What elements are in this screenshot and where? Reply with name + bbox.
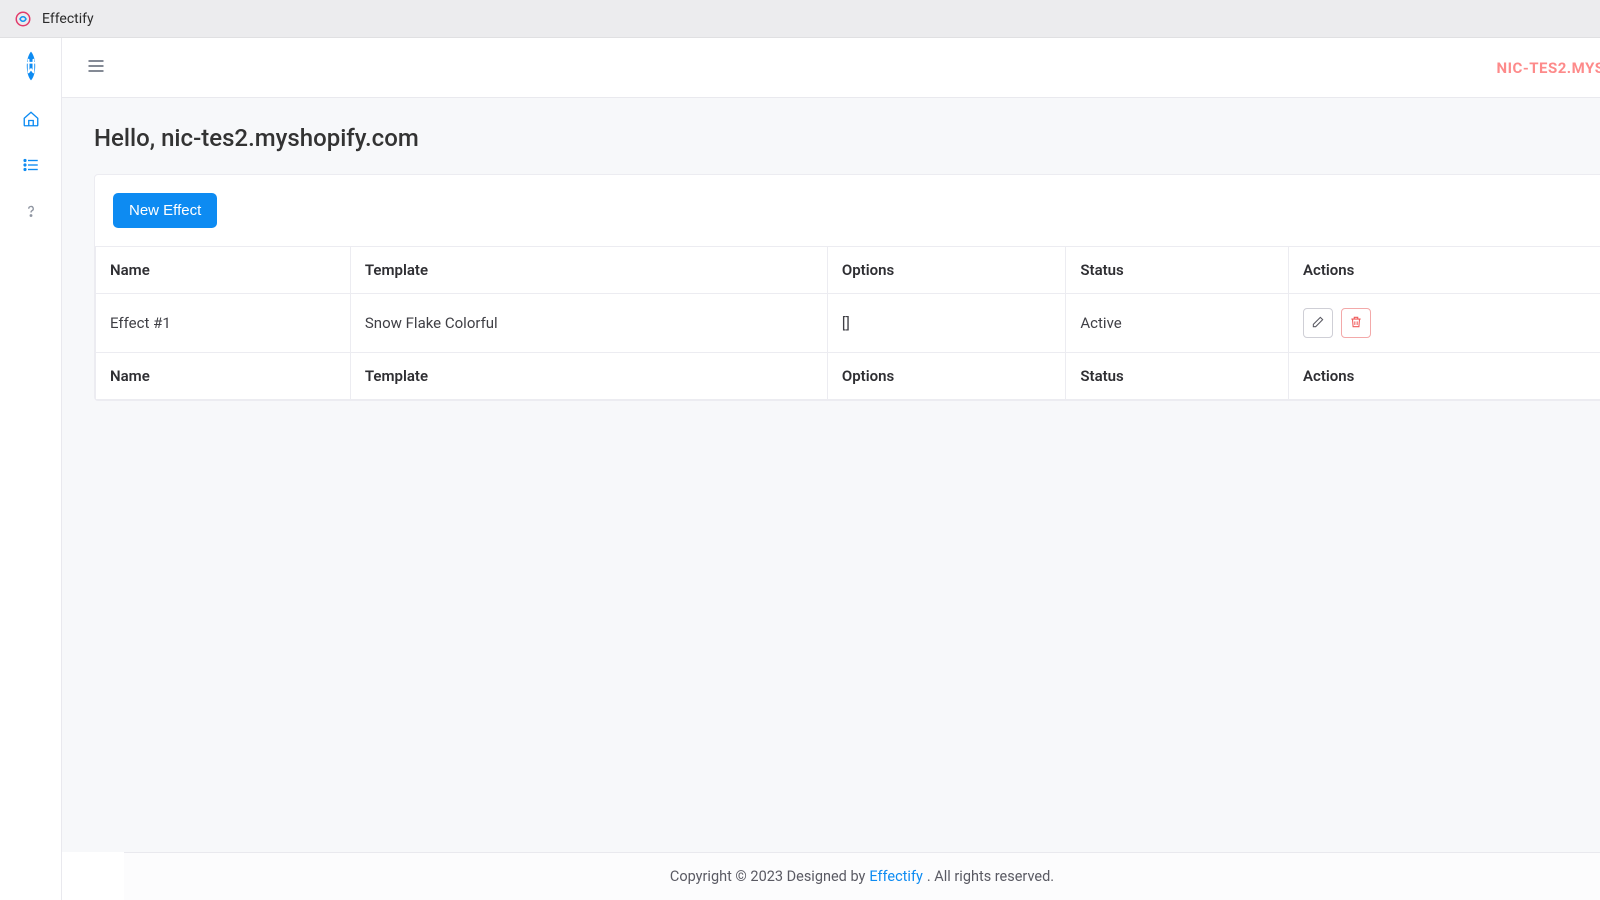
new-effect-button[interactable]: New Effect: [113, 193, 217, 228]
col-header-status: Status: [1066, 247, 1289, 294]
home-icon: [22, 110, 40, 132]
hamburger-button[interactable]: [84, 56, 108, 80]
table-header-row: Name Template Options Status Actions: [96, 247, 1600, 294]
window-titlebar: Effectify: [0, 0, 1600, 38]
col-footer-actions: Actions: [1288, 353, 1600, 400]
sidebar-item-home[interactable]: [12, 102, 50, 140]
table-footer-row: Name Template Options Status Actions: [96, 353, 1600, 400]
app-bar: NIC-TES2.MYSHOPIFY.COM: [62, 38, 1600, 98]
sidebar: [0, 38, 62, 900]
col-header-actions: Actions: [1288, 247, 1600, 294]
col-header-name: Name: [96, 247, 350, 294]
footer: Copyright © 2023 Designed by Effectify .…: [124, 852, 1600, 900]
list-icon: [22, 156, 40, 178]
delete-button[interactable]: [1341, 308, 1371, 338]
footer-brand-link[interactable]: Effectify: [869, 868, 922, 885]
hamburger-icon: [86, 56, 106, 80]
table-row: Effect #1 Snow Flake Colorful [] Active: [96, 294, 1600, 353]
col-footer-status: Status: [1066, 353, 1289, 400]
app-favicon: [14, 10, 32, 28]
pencil-icon: [1311, 315, 1325, 332]
col-header-options: Options: [827, 247, 1066, 294]
col-footer-template: Template: [350, 353, 827, 400]
shop-name-link[interactable]: NIC-TES2.MYSHOPIFY.COM: [1497, 59, 1600, 77]
sidebar-item-list[interactable]: [12, 148, 50, 186]
cell-template: Snow Flake Colorful: [350, 294, 827, 353]
app-logo[interactable]: [15, 50, 47, 82]
effects-card: New Effect Name Template Options Status …: [94, 174, 1600, 401]
cell-options: []: [827, 294, 1066, 353]
cell-status: Active: [1066, 294, 1289, 353]
cell-name: Effect #1: [96, 294, 350, 353]
effects-table: Name Template Options Status Actions Eff…: [96, 246, 1600, 399]
cell-actions: [1288, 294, 1600, 353]
col-footer-options: Options: [827, 353, 1066, 400]
sidebar-item-help[interactable]: [12, 194, 50, 232]
footer-suffix: . All rights reserved.: [927, 868, 1054, 885]
col-footer-name: Name: [96, 353, 350, 400]
edit-button[interactable]: [1303, 308, 1333, 338]
window-title: Effectify: [42, 11, 94, 27]
col-header-template: Template: [350, 247, 827, 294]
question-icon: [22, 202, 40, 224]
trash-icon: [1349, 315, 1363, 332]
footer-prefix: Copyright © 2023 Designed by: [670, 868, 865, 885]
page-title: Hello, nic-tes2.myshopify.com: [94, 124, 1568, 152]
